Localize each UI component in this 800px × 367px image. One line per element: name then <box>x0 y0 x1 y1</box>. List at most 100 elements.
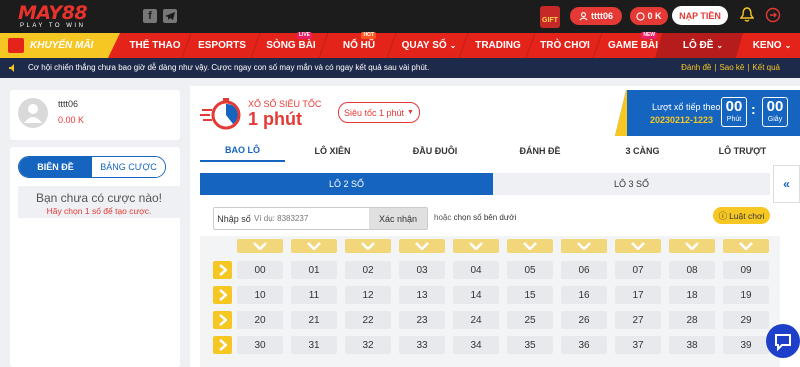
brand-tagline: PLAY TO WIN <box>20 23 86 29</box>
number-cell[interactable]: 23 <box>399 311 445 329</box>
deposit-button[interactable]: NẠP TIỀN <box>672 6 728 25</box>
tab-lo-truot[interactable]: LÔ TRƯỢT <box>700 140 785 162</box>
tab-dau-duoi[interactable]: ĐẦU ĐUÔI <box>390 140 480 162</box>
number-input[interactable] <box>254 208 369 229</box>
tab-lo-3-so[interactable]: LÔ 3 SỐ <box>493 173 770 195</box>
number-cell[interactable]: 17 <box>615 286 661 304</box>
number-cell[interactable]: 09 <box>723 261 769 279</box>
column-select-chevron-icon[interactable] <box>615 239 661 253</box>
number-cell[interactable]: 35 <box>507 336 553 354</box>
panel-balance: 0.00 K <box>58 115 85 125</box>
confirm-button[interactable]: Xác nhận <box>369 208 427 229</box>
number-cell[interactable]: 19 <box>723 286 769 304</box>
chat-button[interactable] <box>766 324 800 358</box>
number-cell[interactable]: 10 <box>237 286 283 304</box>
number-cell[interactable]: 20 <box>237 311 283 329</box>
nav-item-casino[interactable]: SÒNG BÀI LIVE <box>262 32 320 58</box>
nav-item-lode[interactable]: LÔ ĐỀ ⌄ <box>672 33 734 58</box>
column-select-chevron-icon[interactable] <box>399 239 445 253</box>
nav-item-keno[interactable]: KENO ⌄ <box>748 33 796 58</box>
number-cell[interactable]: 30 <box>237 336 283 354</box>
column-select-chevron-icon[interactable] <box>723 239 769 253</box>
nav-item-slots[interactable]: NỔ HŨ HOT <box>330 32 388 58</box>
column-select-chevron-icon[interactable] <box>669 239 715 253</box>
number-cell[interactable]: 13 <box>399 286 445 304</box>
telegram-icon[interactable] <box>163 9 177 23</box>
nav-item-trading[interactable]: TRADING <box>470 33 526 58</box>
number-cell[interactable]: 18 <box>669 286 715 304</box>
link-statement[interactable]: Sao kê <box>719 63 744 72</box>
number-cell[interactable]: 07 <box>615 261 661 279</box>
collapse-panel-button[interactable]: « <box>773 165 800 203</box>
column-select-chevron-icon[interactable] <box>453 239 499 253</box>
number-cell[interactable]: 37 <box>615 336 661 354</box>
pick-text: chọn số bên dưới <box>453 213 517 222</box>
link-bet[interactable]: Đánh đề <box>681 63 711 72</box>
number-cell[interactable]: 24 <box>453 311 499 329</box>
number-cell[interactable]: 15 <box>507 286 553 304</box>
number-cell[interactable]: 36 <box>561 336 607 354</box>
facebook-icon[interactable]: f <box>143 9 157 23</box>
logout-icon[interactable] <box>765 7 781 23</box>
tab-bien-de[interactable]: BIÊN ĐỀ <box>19 157 92 177</box>
user-account-button[interactable]: tttt06 <box>570 7 622 25</box>
column-select-chevron-icon[interactable] <box>507 239 553 253</box>
nav-item-sports[interactable]: THỂ THAO <box>126 33 184 58</box>
tab-danh-de[interactable]: ĐÁNH ĐỀ <box>495 140 585 162</box>
number-cell[interactable]: 21 <box>291 311 337 329</box>
number-cell[interactable]: 12 <box>345 286 391 304</box>
number-cell[interactable]: 39 <box>723 336 769 354</box>
empty-slip: Bạn chưa có cược nào! Hãy chọn 1 số để t… <box>18 186 180 218</box>
number-cell[interactable]: 01 <box>291 261 337 279</box>
column-select-chevron-icon[interactable] <box>291 239 337 253</box>
row-select-chevron-icon[interactable] <box>213 261 232 279</box>
column-select-chevron-icon[interactable] <box>345 239 391 253</box>
row-select-chevron-icon[interactable] <box>213 336 232 354</box>
number-cell[interactable]: 06 <box>561 261 607 279</box>
number-cell[interactable]: 05 <box>507 261 553 279</box>
column-select-chevron-icon[interactable] <box>237 239 283 253</box>
number-cell[interactable]: 16 <box>561 286 607 304</box>
nav-item-card-games[interactable]: GAME BÀI NEW <box>603 32 663 58</box>
number-cell[interactable]: 28 <box>669 311 715 329</box>
tab-3-cang[interactable]: 3 CÀNG <box>600 140 685 162</box>
number-cell[interactable]: 31 <box>291 336 337 354</box>
number-input-label: Nhập số <box>217 213 251 224</box>
tab-lo-2-so[interactable]: LÔ 2 SỐ <box>200 173 493 195</box>
tab-bao-lo[interactable]: BAO LÔ <box>200 140 285 162</box>
brand-logo[interactable]: MAY88 PLAY TO WIN <box>18 3 106 30</box>
nav-promo[interactable]: KHUYẾN MÃI <box>0 33 120 58</box>
number-cell[interactable]: 38 <box>669 336 715 354</box>
bell-icon[interactable] <box>740 7 754 23</box>
number-cell[interactable]: 08 <box>669 261 715 279</box>
minutes-unit: Phút <box>726 116 742 123</box>
avatar <box>18 98 48 128</box>
number-cell[interactable]: 34 <box>453 336 499 354</box>
number-cell[interactable]: 29 <box>723 311 769 329</box>
number-cell[interactable]: 32 <box>345 336 391 354</box>
tab-lo-xien[interactable]: LÔ XIÊN <box>290 140 375 162</box>
link-results[interactable]: Kết quả <box>752 63 780 72</box>
nav-item-games[interactable]: TRÒ CHƠI <box>536 33 594 58</box>
number-cell[interactable]: 27 <box>615 311 661 329</box>
number-cell[interactable]: 26 <box>561 311 607 329</box>
number-cell[interactable]: 02 <box>345 261 391 279</box>
number-cell[interactable]: 11 <box>291 286 337 304</box>
number-cell[interactable]: 00 <box>237 261 283 279</box>
balance-button[interactable]: 0 K <box>630 7 668 25</box>
tab-bang-cuoc[interactable]: BẢNG CƯỢC <box>92 157 165 177</box>
row-select-chevron-icon[interactable] <box>213 311 232 329</box>
number-cell[interactable]: 25 <box>507 311 553 329</box>
number-cell[interactable]: 03 <box>399 261 445 279</box>
number-cell[interactable]: 22 <box>345 311 391 329</box>
rules-button[interactable]: ⓘ Luật chơi <box>713 207 770 224</box>
number-cell[interactable]: 14 <box>453 286 499 304</box>
gift-icon[interactable]: GIFT <box>540 6 560 28</box>
nav-item-esports[interactable]: ESPORTS <box>192 33 252 58</box>
column-select-chevron-icon[interactable] <box>561 239 607 253</box>
number-cell[interactable]: 04 <box>453 261 499 279</box>
nav-item-lottery[interactable]: QUAY SỐ ⌄ <box>398 33 460 58</box>
row-select-chevron-icon[interactable] <box>213 286 232 304</box>
speed-select[interactable]: Siêu tốc 1 phút ▼ <box>338 102 420 123</box>
number-cell[interactable]: 33 <box>399 336 445 354</box>
